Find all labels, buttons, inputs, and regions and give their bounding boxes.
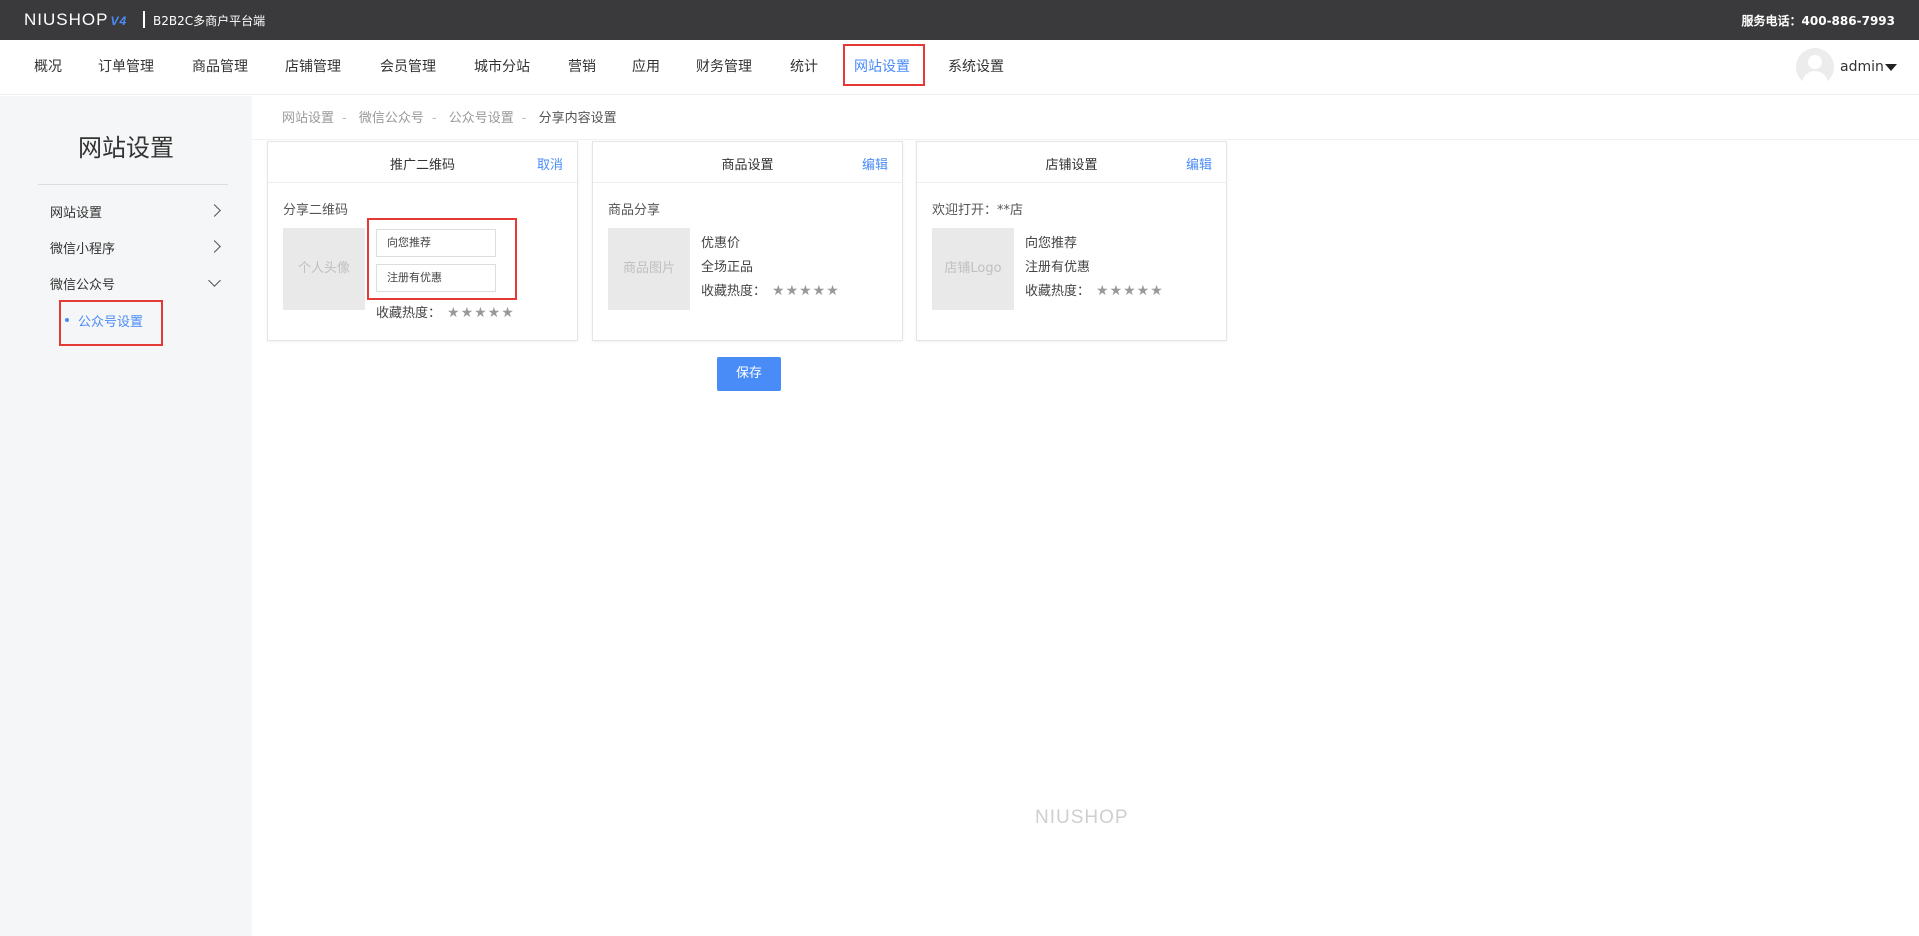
nav-item-goods[interactable]: 商品管理: [192, 40, 248, 95]
card-title: 店铺设置: [1045, 158, 1098, 173]
nav-item-website-settings[interactable]: 网站设置: [854, 40, 910, 95]
breadcrumb-separator: -: [342, 111, 347, 126]
nav-item-orders[interactable]: 订单管理: [98, 40, 154, 95]
breadcrumb-current: 分享内容设置: [538, 111, 617, 126]
user-avatar[interactable]: [1796, 48, 1834, 86]
breadcrumb-separator: -: [431, 111, 437, 126]
card-text-line: 注册有优惠: [1025, 260, 1091, 275]
logo-version: V4: [110, 14, 128, 28]
main-nav: 概况 订单管理 商品管理 店铺管理 会员管理 城市分站 营销 应用 财务管理 统…: [0, 40, 1919, 95]
sidebar: 网站设置 网站设置 微信小程序 微信公众号 公众号设置: [0, 96, 252, 936]
sidebar-title: 网站设置: [78, 134, 174, 162]
card-header: 商品设置 编辑: [593, 142, 902, 183]
avatar-head-icon: [1808, 55, 1822, 69]
caret-down-icon[interactable]: [1885, 64, 1897, 71]
recommend-text-input[interactable]: 向您推荐: [376, 229, 496, 257]
card-promo-qrcode: 推广二维码 取消 分享二维码 个人头像 向您推荐 注册有优惠 收藏热度： ★★★★…: [267, 141, 578, 341]
card-header: 店铺设置 编辑: [917, 142, 1226, 183]
card-text-line: 向您推荐: [1025, 236, 1078, 251]
sidebar-item-website-settings[interactable]: 网站设置: [50, 202, 102, 221]
card-text-line: 优惠价: [701, 236, 741, 251]
rating-row: 收藏热度： ★★★★★: [701, 280, 840, 299]
sidebar-divider: [38, 184, 228, 185]
nav-item-overview[interactable]: 概况: [34, 40, 62, 95]
card-label: 欢迎打开：**店: [932, 203, 1024, 218]
breadcrumb-separator: -: [521, 111, 527, 126]
cancel-link[interactable]: 取消: [537, 154, 563, 173]
chevron-right-icon[interactable]: [208, 240, 221, 253]
card-title: 商品设置: [721, 158, 774, 173]
card-goods-settings: 商品设置 编辑 商品分享 商品图片 优惠价 全场正品 收藏热度： ★★★★★: [592, 141, 903, 341]
card-label: 分享二维码: [283, 203, 349, 218]
nav-item-apps[interactable]: 应用: [632, 40, 660, 95]
breadcrumb-divider: [252, 139, 1919, 140]
card-title: 推广二维码: [389, 158, 455, 173]
platform-subtitle: B2B2C多商户平台端: [153, 14, 266, 28]
promo-text-input[interactable]: 注册有优惠: [376, 264, 496, 292]
avatar-placeholder: 个人头像: [283, 228, 365, 310]
sidebar-item-official-account[interactable]: 微信公众号: [50, 274, 115, 293]
breadcrumb-item[interactable]: 公众号设置: [449, 111, 514, 126]
rating-row: 收藏热度： ★★★★★: [1025, 280, 1164, 299]
nav-item-system-settings[interactable]: 系统设置: [948, 40, 1004, 95]
star-rating-icon: ★★★★★: [772, 283, 840, 299]
card-text-line: 全场正品: [701, 260, 754, 275]
logo-divider: [143, 11, 145, 28]
edit-link[interactable]: 编辑: [1186, 154, 1212, 173]
breadcrumb-item[interactable]: 微信公众号: [359, 111, 424, 126]
top-bar: NIUSHOP V4 B2B2C多商户平台端 服务电话：400-886-7993: [0, 0, 1919, 40]
rating-label: 收藏热度：: [376, 306, 442, 321]
user-name[interactable]: admin: [1840, 40, 1884, 95]
service-phone: 服务电话：400-886-7993: [1741, 14, 1895, 28]
edit-link[interactable]: 编辑: [862, 154, 888, 173]
star-rating-icon: ★★★★★: [447, 305, 515, 321]
goods-image-placeholder: 商品图片: [608, 228, 690, 310]
card-shop-settings: 店铺设置 编辑 欢迎打开：**店 店铺Logo 向您推荐 注册有优惠 收藏热度：…: [916, 141, 1227, 341]
rating-row: 收藏热度： ★★★★★: [376, 302, 515, 321]
shop-logo-placeholder: 店铺Logo: [932, 228, 1014, 310]
footer-logo: NIUSHOP: [1035, 807, 1129, 828]
breadcrumb-item[interactable]: 网站设置: [282, 111, 334, 126]
nav-item-stats[interactable]: 统计: [790, 40, 818, 95]
nav-item-shops[interactable]: 店铺管理: [285, 40, 341, 95]
nav-item-city-sites[interactable]: 城市分站: [474, 40, 530, 95]
brand-logo[interactable]: NIUSHOP V4: [24, 10, 127, 30]
star-rating-icon: ★★★★★: [1096, 283, 1164, 299]
nav-item-finance[interactable]: 财务管理: [696, 40, 752, 95]
avatar-body-icon: [1802, 71, 1828, 86]
breadcrumb: 网站设置 - 微信公众号 - 公众号设置 - 分享内容设置: [282, 107, 625, 126]
rating-label: 收藏热度：: [1025, 284, 1091, 299]
rating-label: 收藏热度：: [701, 284, 767, 299]
sidebar-item-mini-program[interactable]: 微信小程序: [50, 238, 115, 257]
save-button[interactable]: 保存: [717, 357, 781, 391]
sidebar-subitem-account-settings[interactable]: 公众号设置: [78, 311, 143, 330]
nav-item-members[interactable]: 会员管理: [380, 40, 436, 95]
card-label: 商品分享: [608, 203, 661, 218]
chevron-right-icon[interactable]: [208, 204, 221, 217]
card-header: 推广二维码 取消: [268, 142, 577, 183]
nav-item-marketing[interactable]: 营销: [568, 40, 596, 95]
bullet-icon: [65, 318, 69, 322]
logo-text: NIUSHOP: [24, 10, 109, 29]
chevron-down-icon[interactable]: [208, 274, 221, 287]
